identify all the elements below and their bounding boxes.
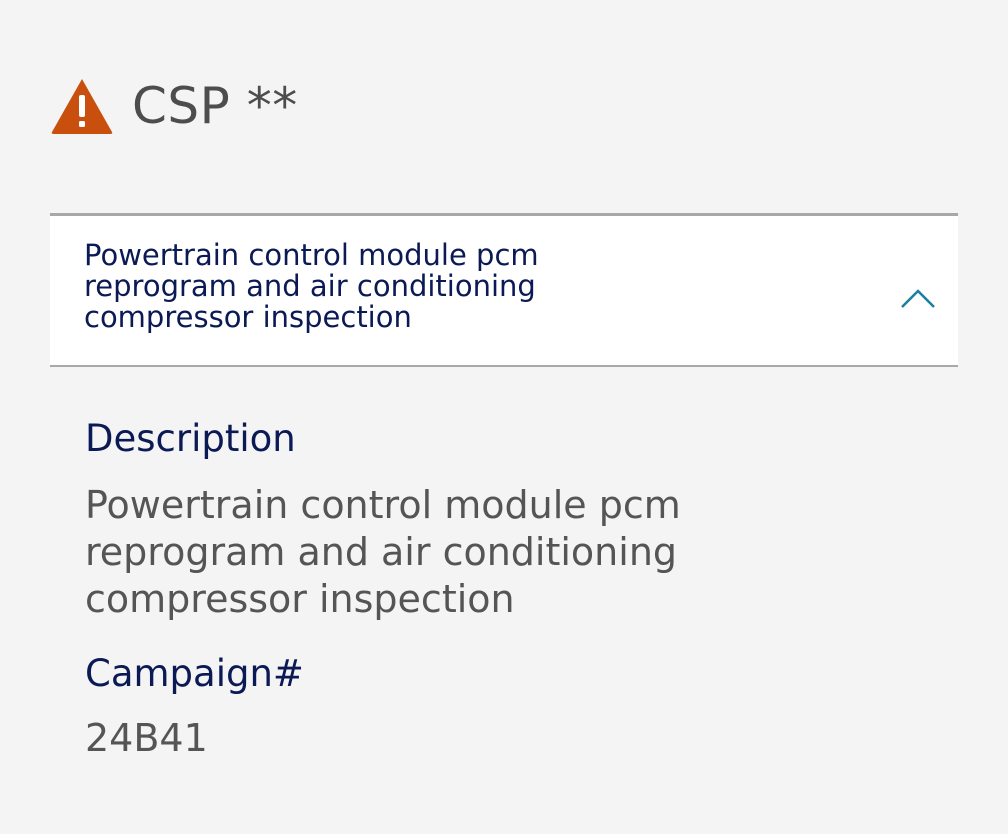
recall-accordion-header[interactable]: Powertrain control module pcm reprogram … <box>50 213 958 367</box>
chevron-up-icon[interactable] <box>900 288 936 310</box>
campaign-header: CSP ** <box>50 74 298 138</box>
description-value: Powertrain control module pcm reprogram … <box>85 483 681 621</box>
page-title: CSP ** <box>132 77 298 135</box>
campaign-label: Campaign# <box>85 652 304 695</box>
accordion-title: Powertrain control module pcm reprogram … <box>84 238 539 334</box>
warning-icon <box>51 79 113 134</box>
campaign-value: 24B41 <box>85 716 208 760</box>
recall-details: Description Powertrain control module pc… <box>85 416 945 762</box>
description-label: Description <box>85 417 296 460</box>
